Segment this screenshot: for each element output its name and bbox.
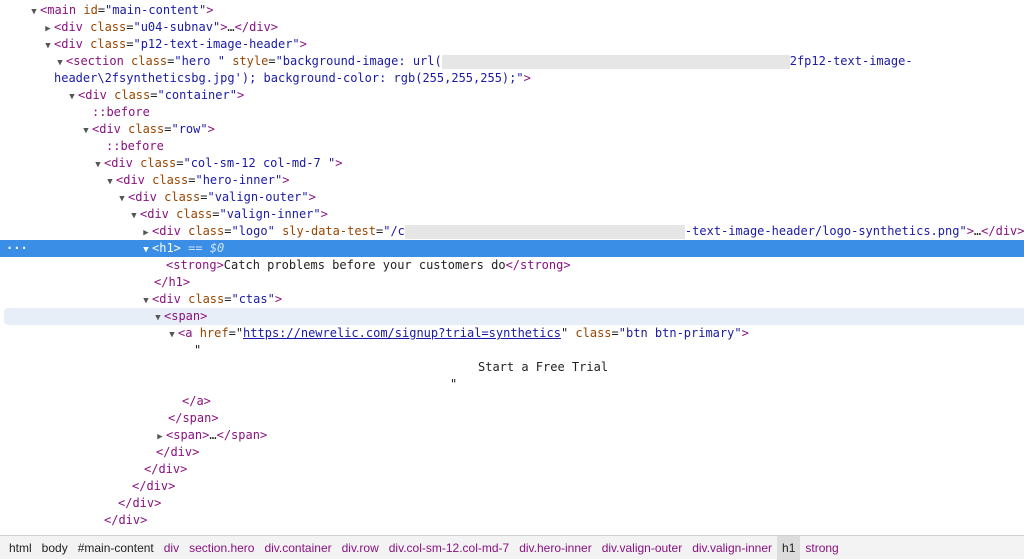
tree-row-logo[interactable]: ▶ <div class="logo" sly-data-test="/c -tex…	[0, 223, 1024, 240]
tree-row-ctas[interactable]: ▼ <div class="ctas">	[0, 291, 1024, 308]
breadcrumb-item[interactable]: #main-content	[73, 536, 159, 560]
breadcrumb-item[interactable]: strong	[800, 536, 843, 560]
tree-row-subnav[interactable]: ▶ <div class="u04-subnav">…</div>	[0, 19, 1024, 36]
breadcrumb-item[interactable]: h1	[777, 535, 801, 560]
tree-row-h1-close[interactable]: </h1>	[0, 274, 1024, 291]
tree-row-valign-inner[interactable]: ▼ <div class="valign-inner">	[0, 206, 1024, 223]
tree-row-valign-outer[interactable]: ▼ <div class="valign-outer">	[0, 189, 1024, 206]
redacted-block	[441, 54, 790, 69]
breadcrumb-item[interactable]: div.valign-inner	[687, 536, 777, 560]
tree-row-hero-inner[interactable]: ▼ <div class="hero-inner">	[0, 172, 1024, 189]
tree-row-main[interactable]: ▼ <main id="main-content">	[0, 2, 1024, 19]
tree-row-header[interactable]: ▼ <div class="p12-text-image-header">	[0, 36, 1024, 53]
tree-row-quote-open: "	[194, 343, 202, 357]
tree-row-span-hover[interactable]: ▼ <span>	[4, 308, 1024, 325]
tree-row-row[interactable]: ▼ <div class="row">	[0, 121, 1024, 138]
breadcrumb-item[interactable]: body	[37, 536, 73, 560]
breadcrumb-item[interactable]: div.valign-outer	[597, 536, 687, 560]
tree-row-div-close[interactable]: </div>	[0, 444, 1024, 461]
breadcrumb-item[interactable]: section.hero	[184, 536, 259, 560]
breadcrumb-item[interactable]: div	[159, 536, 184, 560]
tree-row-before[interactable]: ::before	[0, 104, 1024, 121]
tree-row-span-close[interactable]: </span>	[0, 410, 1024, 427]
tree-row-div-close[interactable]: </div>	[0, 495, 1024, 512]
tree-row-quote-close: "	[450, 377, 458, 391]
tree-row-h1-selected[interactable]: ··· ▼ <h1> == $0	[0, 240, 1024, 257]
tree-row-anchor[interactable]: ▼ <a href="https://newrelic.com/signup?tr…	[0, 325, 1024, 342]
tree-row-col[interactable]: ▼ <div class="col-sm-12 col-md-7 ">	[0, 155, 1024, 172]
tree-row-div-close[interactable]: </div>	[0, 512, 1024, 529]
tree-row-before[interactable]: ::before	[0, 138, 1024, 155]
breadcrumb-item[interactable]: div.hero-inner	[514, 536, 596, 560]
tree-row-span-collapsed[interactable]: ▶ <span>…</span>	[0, 427, 1024, 444]
tree-row-anchor-close[interactable]: </a>	[0, 393, 1024, 410]
signup-link[interactable]: https://newrelic.com/signup?trial=synthe…	[243, 326, 561, 340]
redacted-block	[404, 224, 685, 239]
breadcrumb: html body #main-content div section.hero div.…	[0, 535, 1024, 560]
tree-row-section-cont: header\2fsyntheticsbg.jpg'); background-…	[54, 71, 531, 85]
breadcrumb-item[interactable]: div.col-sm-12.col-md-7	[384, 536, 514, 560]
tree-row-div-close[interactable]: </div>	[0, 461, 1024, 478]
breadcrumb-item[interactable]: html	[4, 536, 37, 560]
tree-row-container[interactable]: ▼ <div class="container">	[0, 87, 1024, 104]
more-options-icon[interactable]: ···	[6, 240, 28, 257]
tree-row-section[interactable]: ▼ <section class="hero " style="backgroun…	[0, 53, 1024, 70]
breadcrumb-item[interactable]: div.row	[337, 536, 384, 560]
breadcrumb-item[interactable]: div.container	[259, 536, 336, 560]
tree-row-strong[interactable]: <strong>Catch problems before your custo…	[0, 257, 1024, 274]
tree-row-cta-text[interactable]: Start a Free Trial	[0, 359, 1024, 376]
dom-tree-panel[interactable]: ▼ <main id="main-content"> ▶ <div class="u…	[0, 0, 1024, 535]
tree-row-div-close[interactable]: </div>	[0, 478, 1024, 495]
